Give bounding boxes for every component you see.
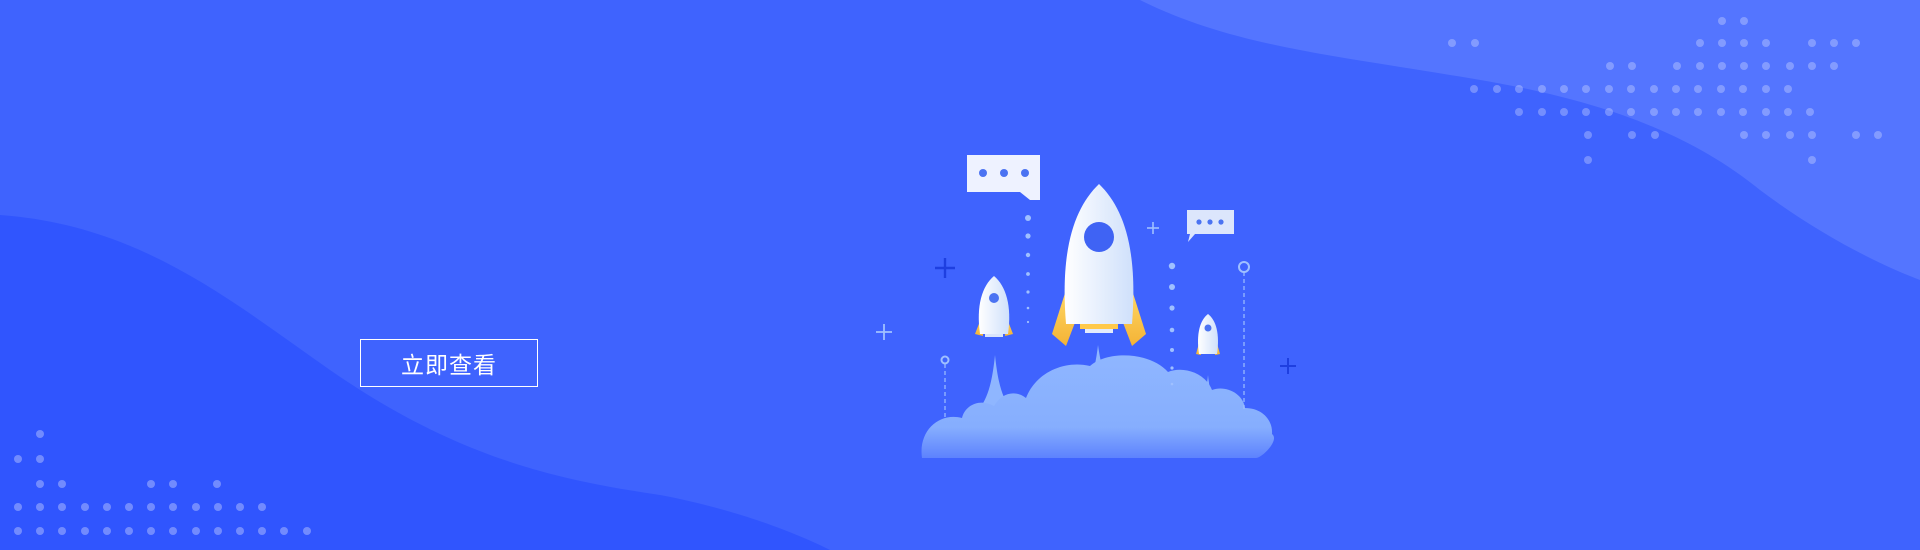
plus-icon [1280,358,1296,374]
small-rocket-left [975,276,1013,337]
cloud [921,355,1275,458]
dotted-trail-left [1025,215,1031,324]
speech-bubble-left [967,155,1040,208]
view-now-button[interactable]: 立即查看 [360,339,538,387]
plus-icon [1147,222,1159,234]
hero-banner: 立即查看 [0,0,1920,550]
plus-icon [935,258,955,278]
large-rocket [1052,184,1146,346]
speech-bubble-right [1187,210,1234,242]
small-rocket-right [1196,314,1220,355]
rocket-launch-illustration [876,155,1296,458]
dotted-trail-right [1168,262,1176,386]
pole-left [940,355,950,420]
plus-icon [876,324,892,340]
pole-right [1238,261,1250,412]
